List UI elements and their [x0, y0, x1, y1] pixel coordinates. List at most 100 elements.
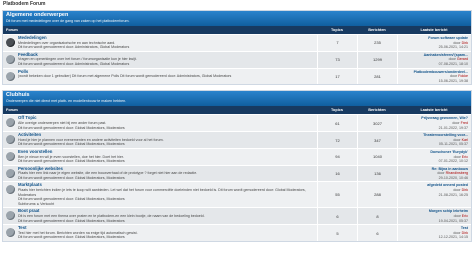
last-post-date: 07-08-2021, 18:10 — [438, 61, 468, 66]
last-post-cell: Platbodembouwers/onderdeel... door Fokke 1… — [397, 68, 471, 85]
forum-moderators: Dit forum wordt gemodereerd door: Global… — [18, 218, 125, 223]
last-post-cell: Test door Dirk 12-12-2021, 14:15 — [397, 225, 471, 241]
last-post-date: 25-06-2021, 14:21 — [438, 45, 468, 50]
category-block: Clubhuis Onderwerpen die niet direct met … — [2, 90, 472, 242]
category-description: Dit forum met mededelingen over de gang … — [6, 19, 130, 23]
topics-count: 61 — [317, 115, 357, 132]
forum-row: Off Topic Alle overige onderwerpen niet b… — [3, 114, 471, 132]
column-last-post: Laatste bericht — [420, 28, 448, 32]
forum-description: Plaats hier berichten indien je iets te … — [18, 188, 306, 197]
last-post-cell: Forum software update door Dirk 25-06-2021… — [397, 35, 471, 51]
forum-cell: Persoonlijke websites Plaats hier een lin… — [3, 166, 317, 182]
last-post-by: door — [452, 120, 460, 125]
forum-info: Even voorstellen Ben je nieuw en wil je e… — [18, 149, 315, 164]
topics-count: 94 — [317, 148, 357, 165]
column-topics: Topics — [331, 28, 343, 32]
forum-moderators: Dit forum wordt gemodereerd door: Global… — [18, 142, 125, 147]
forum-cell: Feedback Vragen en opmerkingen over het f… — [3, 52, 317, 68]
last-post-by: door — [453, 188, 461, 193]
last-post-user-link[interactable]: Gerard — [457, 57, 468, 61]
forum-row: Activiteiten Hoed je hier je plannen voor… — [3, 131, 471, 148]
forum-cell: Test Test hier met het forum. Berichten w… — [3, 225, 317, 241]
last-post-date: 21-08-2021, 16:25 — [438, 192, 468, 197]
last-post-date: 19-04-2021, 05:37 — [438, 218, 468, 223]
last-post-user-link[interactable]: Fred — [461, 121, 468, 125]
category-description: Onderwerpen die niet direct met platb- e… — [6, 99, 127, 104]
column-posts: Berichten — [368, 28, 386, 32]
forum-cell: Polls (wordt bekeken door 1 gebruiker) Di… — [3, 69, 317, 85]
column-last-post: Laatste bericht — [420, 108, 448, 113]
forum-info: Marktplaats Plaats hier berichten indien … — [18, 183, 315, 206]
forum-info: Test Test hier met het forum. Berichten w… — [18, 226, 315, 240]
topics-count: 55 — [317, 182, 357, 208]
posts-count: 6 — [357, 225, 397, 241]
last-post-cell: Prijsvraag gewonnen, Wie? door Fred 21-01-… — [397, 115, 471, 132]
last-post-user-link[interactable]: Fokke — [458, 74, 468, 78]
forum-info: Mededelingen Mededelingen over organisato… — [18, 35, 315, 50]
last-post-user-link[interactable]: Dirk — [462, 188, 468, 192]
forum-moderators: Dit forum wordt gemodereerd door: Global… — [18, 159, 125, 164]
topics-count: 73 — [317, 51, 357, 68]
forum-subforums[interactable]: Subforums: ▸ Verkocht — [18, 202, 315, 207]
posts-count: 1299 — [357, 51, 397, 68]
forum-row: Boot praat Dit is een forum met een thema… — [3, 207, 471, 225]
last-post-date: 12-12-2021, 14:15 — [438, 235, 468, 240]
forum-info: Polls (wordt bekeken door 1 gebruiker) Di… — [18, 69, 315, 84]
last-post-user-link[interactable]: Dirk — [462, 231, 468, 235]
forum-cell: Marktplaats Plaats hier berichten indien … — [3, 182, 317, 207]
last-post-user-link[interactable]: Rhandinsberg — [446, 171, 468, 175]
forum-moderators: Dit forum wordt gemodereerd door: Global… — [18, 235, 125, 240]
last-post-user-link[interactable]: Dirk — [462, 41, 468, 45]
last-post-by: door — [450, 74, 458, 79]
forum-list: Off Topic Alle overige onderwerpen niet b… — [3, 114, 471, 241]
forum-row: Test Test hier met het forum. Berichten w… — [3, 224, 471, 241]
last-post-cell: Aanhaken/sferen/'(spam... door Gerard 07-0… — [397, 51, 471, 68]
last-post-date: 29-10-2020, 10:46 — [438, 175, 468, 180]
forum-row: Mededelingen Mededelingen over organisato… — [3, 34, 471, 51]
forum-row: Marktplaats Plaats hier berichten indien … — [3, 181, 471, 208]
posts-count: 235 — [357, 35, 397, 51]
topics-count: 17 — [317, 68, 357, 85]
forum-info: Persoonlijke websites Plaats hier een lin… — [18, 166, 315, 181]
last-post-cell: Doeschoner 'Eurydyk' door Eric 07-01-2022,… — [397, 148, 471, 165]
last-post-by: door — [448, 57, 456, 62]
page-title: Platbodem Forum — [3, 1, 46, 7]
forum-cell: Activiteiten Hoed je hier je plannen voor… — [3, 132, 317, 148]
last-post-cell: Morgen schip lekrheim door Eric 19-04-2021… — [397, 208, 471, 225]
posts-count: 3027 — [357, 115, 397, 132]
last-post-cell: Re: Bijna in aanbouw door Rhandinsberg 29-… — [397, 165, 471, 182]
last-post-by: door — [453, 137, 461, 142]
posts-count: 136 — [357, 165, 397, 182]
last-post-cell: afgedekt onnerd posted door Dirk 21-08-202… — [397, 182, 471, 208]
forum-status-icon — [6, 135, 15, 145]
forum-cell: Boot praat Dit is een forum met een thema… — [3, 208, 317, 224]
forum-status-icon — [6, 118, 15, 128]
forum-row: Persoonlijke websites Plaats hier een lin… — [3, 164, 471, 182]
last-post-user-link[interactable]: Eric — [462, 155, 468, 159]
last-post-date: 05-11-2021, 05:37 — [438, 142, 468, 147]
column-header: Forum Topics Berichten Laatste bericht — [3, 26, 471, 34]
column-forum: Forum — [6, 28, 18, 32]
last-post-date: 15-06-2021, 19:38 — [438, 78, 468, 83]
forum-moderators: Dit forum wordt gemodereerd door: Admini… — [18, 45, 130, 50]
forum-moderators: Dit forum wordt gemodereerd door: Global… — [18, 175, 125, 180]
last-post-user-link[interactable]: Eric — [462, 214, 468, 218]
last-post-date: 07-01-2022, 10:12 — [438, 159, 468, 164]
last-post-by: door — [453, 154, 461, 159]
forum-row: Even voorstellen Ben je nieuw en wil je e… — [3, 147, 471, 165]
topics-count: 7 — [317, 35, 357, 51]
last-post-by: door — [453, 230, 461, 235]
last-post-user-link[interactable]: Karl — [462, 138, 468, 142]
forum-status-icon — [6, 228, 15, 238]
posts-count: 1040 — [357, 148, 397, 165]
last-post-by: door — [437, 171, 445, 176]
last-post-date: 21-01-2022, 19:37 — [438, 125, 468, 130]
forum-cell: Mededelingen Mededelingen over organisato… — [3, 35, 317, 51]
forum-list: Mededelingen Mededelingen over organisato… — [3, 34, 471, 85]
category-title[interactable]: Algemene onderwerpen — [6, 12, 468, 19]
forum-info: Activiteiten Hoed je hier je plannen voor… — [18, 133, 315, 147]
category-title[interactable]: Clubhuis — [6, 92, 468, 99]
topics-count: 5 — [317, 225, 357, 241]
column-header: Forum Topics Berichten Laatste bericht — [3, 106, 471, 115]
category-header: Clubhuis Onderwerpen die niet direct met … — [3, 91, 471, 107]
